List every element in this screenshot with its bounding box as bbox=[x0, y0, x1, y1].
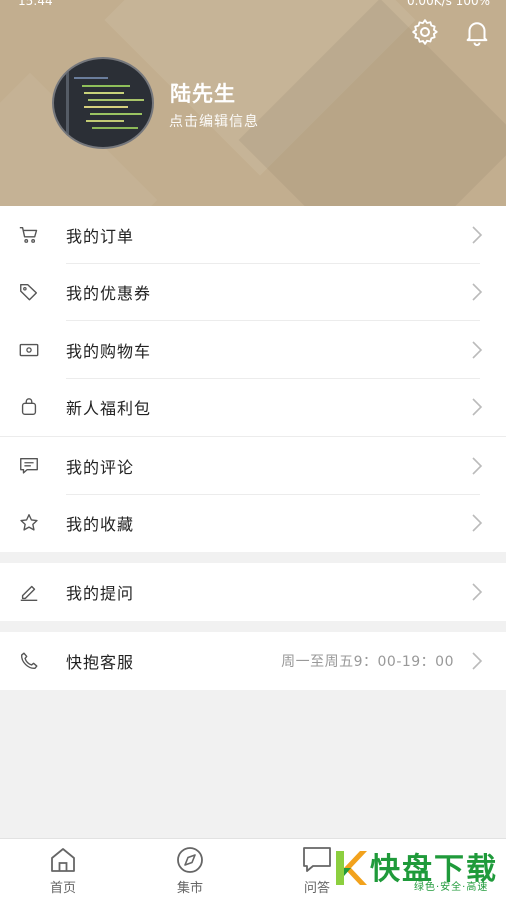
chevron-right-icon bbox=[472, 514, 483, 532]
chevron-right-icon bbox=[472, 226, 483, 244]
watermark-k-icon bbox=[336, 851, 367, 885]
menu-item-label: 我的订单 bbox=[66, 226, 135, 246]
home-icon bbox=[51, 848, 75, 872]
compass-icon bbox=[177, 847, 203, 873]
chevron-right-icon bbox=[472, 652, 483, 670]
service-hours: 周一至周五9：00-19：00 bbox=[281, 653, 454, 670]
menu-item-label: 新人福利包 bbox=[66, 399, 152, 419]
menu-item-my-questions[interactable]: 我的提问 bbox=[0, 563, 506, 621]
menu-item-label: 我的评论 bbox=[66, 457, 135, 477]
menu-item-newcomer-gift[interactable]: 新人福利包 bbox=[0, 379, 506, 437]
chat-icon bbox=[303, 847, 331, 872]
menu-item-shopping-cart[interactable]: 我的购物车 bbox=[0, 321, 506, 379]
status-right: 0.00K/s 100% bbox=[406, 0, 490, 8]
chevron-right-icon bbox=[472, 398, 483, 416]
menu-item-label: 我的提问 bbox=[66, 583, 135, 603]
profile-name[interactable]: 陆先生 bbox=[170, 78, 236, 108]
tag-icon bbox=[20, 284, 38, 301]
menu-item-label: 我的购物车 bbox=[66, 341, 152, 361]
bag-icon bbox=[21, 398, 37, 416]
star-icon bbox=[20, 514, 38, 531]
menu-group-service: 快抱客服 周一至周五9：00-19：00 bbox=[0, 632, 506, 690]
watermark-tagline: 绿色·安全·高速 bbox=[414, 882, 489, 893]
menu-group-main: 我的订单 我的优惠券 我的购物车 新人福利包 我的评论 我的收藏 bbox=[0, 206, 506, 552]
gear-icon[interactable] bbox=[410, 17, 440, 47]
edit-profile-link[interactable]: 点击编辑信息 bbox=[169, 111, 259, 131]
bell-icon[interactable] bbox=[462, 17, 492, 47]
chevron-right-icon bbox=[472, 583, 483, 601]
menu-item-orders[interactable]: 我的订单 bbox=[0, 206, 506, 264]
cart-icon bbox=[19, 226, 38, 243]
status-bar: 15:44 0.00K/s 100% bbox=[0, 0, 506, 8]
menu-item-comments[interactable]: 我的评论 bbox=[0, 437, 506, 495]
menu-item-coupons[interactable]: 我的优惠券 bbox=[0, 264, 506, 321]
menu-item-favorites[interactable]: 我的收藏 bbox=[0, 495, 506, 553]
watermark-logo: 快盘下载 绿色·安全·高速 bbox=[334, 842, 506, 900]
avatar[interactable] bbox=[52, 57, 154, 149]
tab-label: 首页 bbox=[49, 881, 76, 896]
phone-icon bbox=[20, 652, 38, 669]
comment-icon bbox=[20, 457, 38, 474]
menu-item-label: 快抱客服 bbox=[66, 652, 135, 672]
menu-group-questions: 我的提问 bbox=[0, 563, 506, 621]
menu-item-label: 我的收藏 bbox=[66, 515, 135, 535]
status-time: 15:44 bbox=[18, 0, 53, 8]
menu-item-label: 我的优惠券 bbox=[66, 284, 152, 304]
chevron-right-icon bbox=[472, 283, 483, 301]
chevron-right-icon bbox=[472, 341, 483, 359]
tab-market[interactable]: 集市 bbox=[145, 839, 235, 900]
chevron-right-icon bbox=[472, 457, 483, 475]
tab-home[interactable]: 首页 bbox=[18, 839, 108, 900]
menu-item-customer-service[interactable]: 快抱客服 周一至周五9：00-19：00 bbox=[0, 632, 506, 690]
wallet-icon bbox=[19, 343, 39, 356]
pen-icon bbox=[20, 585, 38, 601]
profile-header: 15:44 0.00K/s 100% 陆先生 点击编辑信息 bbox=[0, 0, 506, 206]
tab-label: 集市 bbox=[176, 881, 203, 896]
